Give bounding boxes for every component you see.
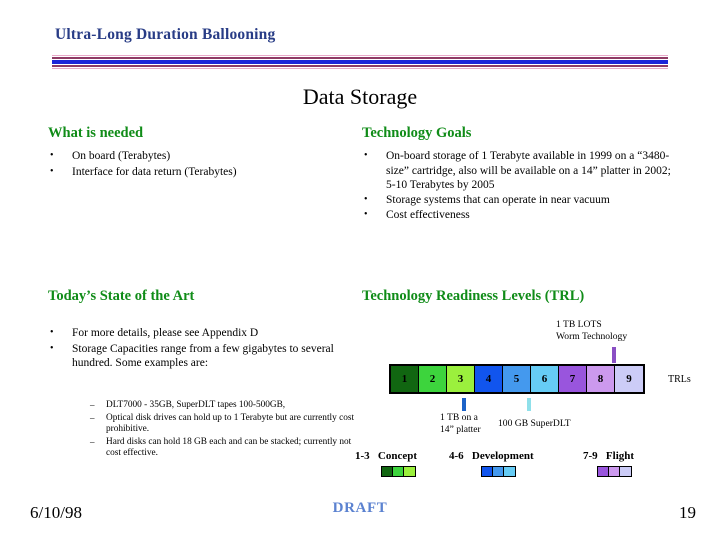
list-item-text: Interface for data return (Terabytes)	[72, 165, 237, 178]
trl-legend-concept-label: Concept	[377, 450, 418, 462]
sub-list-item-text: Hard disks can hold 18 GB each and can b…	[106, 436, 352, 459]
list-item-text: Storage systems that can operate in near…	[386, 194, 610, 207]
bullet-glyph: •	[364, 150, 368, 161]
footer-page-number: 19	[679, 503, 696, 522]
trl-legend-concept-swatches	[381, 466, 416, 477]
dash-glyph: –	[90, 412, 95, 423]
trl-level-7: 7	[559, 366, 587, 392]
legend-swatch	[382, 467, 393, 476]
section-heading-what-is-needed: What is needed	[48, 125, 144, 141]
sub-list-item: – Hard disks can hold 18 GB each and can…	[90, 437, 358, 460]
trl-level-1: 1	[391, 366, 419, 392]
trl-level-number: 8	[597, 373, 604, 385]
trl-level-number: 1	[401, 373, 408, 385]
trl-level-number: 5	[513, 373, 520, 385]
section-heading-state-of-the-art: Today’s State of the Art	[48, 288, 195, 304]
trl-legend-development: 4-6 Development	[449, 450, 534, 462]
program-title: Ultra-Long Duration Ballooning	[55, 26, 276, 43]
trl-level-number: 6	[541, 373, 548, 385]
list-item: • For more details, please see Appendix …	[46, 326, 356, 341]
trl-callout-lots-line1: 1 TB LOTS	[556, 319, 602, 330]
trl-tick-superdlt	[527, 398, 531, 411]
trl-scale-bar: 1 2 3 4 5 6 7 8 9	[389, 364, 645, 394]
slide-heading: Data Storage	[302, 84, 418, 109]
sub-bullet-list-examples: – DLT7000 - 35GB, SuperDLT tapes 100-500…	[90, 400, 358, 461]
header-divider	[52, 55, 668, 69]
bullet-glyph: •	[50, 327, 54, 338]
bullet-glyph: •	[50, 165, 54, 177]
bullet-list-technology-goals: • On-board storage of 1 Terabyte availab…	[360, 149, 678, 223]
list-item-text: Cost effectiveness	[386, 208, 470, 221]
trl-level-number: 3	[457, 373, 464, 385]
slide-canvas: Ultra-Long Duration Ballooning Data Stor…	[0, 0, 720, 540]
legend-swatch	[609, 467, 620, 476]
list-item: • Interface for data return (Terabytes)	[46, 165, 358, 180]
sub-list-item: – Optical disk drives can hold up to 1 T…	[90, 413, 358, 436]
trl-tick-lots	[612, 347, 616, 363]
dash-glyph: –	[90, 400, 95, 410]
trl-legend-flight-label: Flight	[605, 450, 635, 462]
list-item-text: Storage Capacities range from a few giga…	[72, 342, 334, 370]
bullet-glyph: •	[364, 194, 368, 206]
trl-level-3: 3	[447, 366, 475, 392]
bullet-glyph: •	[364, 208, 368, 220]
bullet-list-what-is-needed: • On board (Terabytes) • Interface for d…	[46, 149, 358, 180]
trl-legend-development-label: Development	[471, 450, 534, 462]
trl-level-5: 5	[503, 366, 531, 392]
legend-swatch	[620, 467, 631, 476]
sub-list-item: – DLT7000 - 35GB, SuperDLT tapes 100-500…	[90, 400, 358, 412]
trl-legend-development-range: 4-6	[449, 450, 464, 462]
trl-legend-concept: 1-3 Concept	[355, 450, 417, 462]
trl-callout-lots-line2: Worm Technology	[556, 330, 628, 342]
legend-swatch	[482, 467, 493, 476]
trl-tick-platter	[462, 398, 466, 411]
dash-glyph: –	[90, 436, 95, 447]
list-item-text: For more details, please see Appendix D	[72, 327, 259, 339]
divider-line-pink-bottom	[52, 68, 668, 69]
trl-level-number: 7	[569, 373, 576, 385]
trl-legend-development-swatches	[481, 466, 516, 477]
list-item-text: On-board storage of 1 Terabyte available…	[386, 150, 671, 192]
trl-level-number: 9	[626, 373, 632, 385]
legend-swatch	[598, 467, 609, 476]
list-item: • Storage Capacities range from a few gi…	[46, 342, 356, 371]
legend-swatch	[493, 467, 504, 476]
trl-level-4: 4	[475, 366, 503, 392]
footer-status: DRAFT	[332, 500, 388, 516]
trl-legend-concept-range: 1-3	[355, 450, 370, 462]
trl-level-6: 6	[531, 366, 559, 392]
trl-legend-flight-swatches	[597, 466, 632, 477]
trl-legend-flight-range: 7-9	[583, 450, 598, 462]
legend-swatch	[504, 467, 515, 476]
section-heading-technology-goals: Technology Goals	[362, 125, 472, 141]
list-item-text: On board (Terabytes)	[72, 150, 171, 162]
trl-level-number: 4	[485, 373, 492, 385]
bullet-glyph: •	[50, 150, 54, 161]
trl-legend-flight: 7-9 Flight	[583, 450, 634, 462]
bullet-list-state-of-the-art: • For more details, please see Appendix …	[46, 326, 356, 372]
list-item: • On-board storage of 1 Terabyte availab…	[360, 149, 678, 193]
sub-list-item-text: DLT7000 - 35GB, SuperDLT tapes 100-500GB…	[106, 400, 286, 410]
trl-level-9: 9	[615, 366, 643, 392]
section-heading-trl: Technology Readiness Levels (TRL)	[362, 288, 585, 304]
bullet-glyph: •	[50, 342, 54, 354]
trl-level-2: 2	[419, 366, 447, 392]
trl-level-8: 8	[587, 366, 615, 392]
legend-swatch	[393, 467, 404, 476]
trl-axis-label: TRLs	[668, 374, 691, 385]
trl-level-number: 2	[429, 373, 436, 385]
list-item: • On board (Terabytes)	[46, 149, 358, 164]
list-item: • Cost effectiveness	[360, 208, 678, 223]
list-item: • Storage systems that can operate in ne…	[360, 193, 678, 208]
trl-callout-lots: 1 TB LOTS Worm Technology	[556, 319, 627, 343]
sub-list-item-text: Optical disk drives can hold up to 1 Ter…	[106, 412, 355, 435]
trl-callout-superdlt: 100 GB SuperDLT	[498, 418, 571, 429]
legend-swatch	[404, 467, 415, 476]
